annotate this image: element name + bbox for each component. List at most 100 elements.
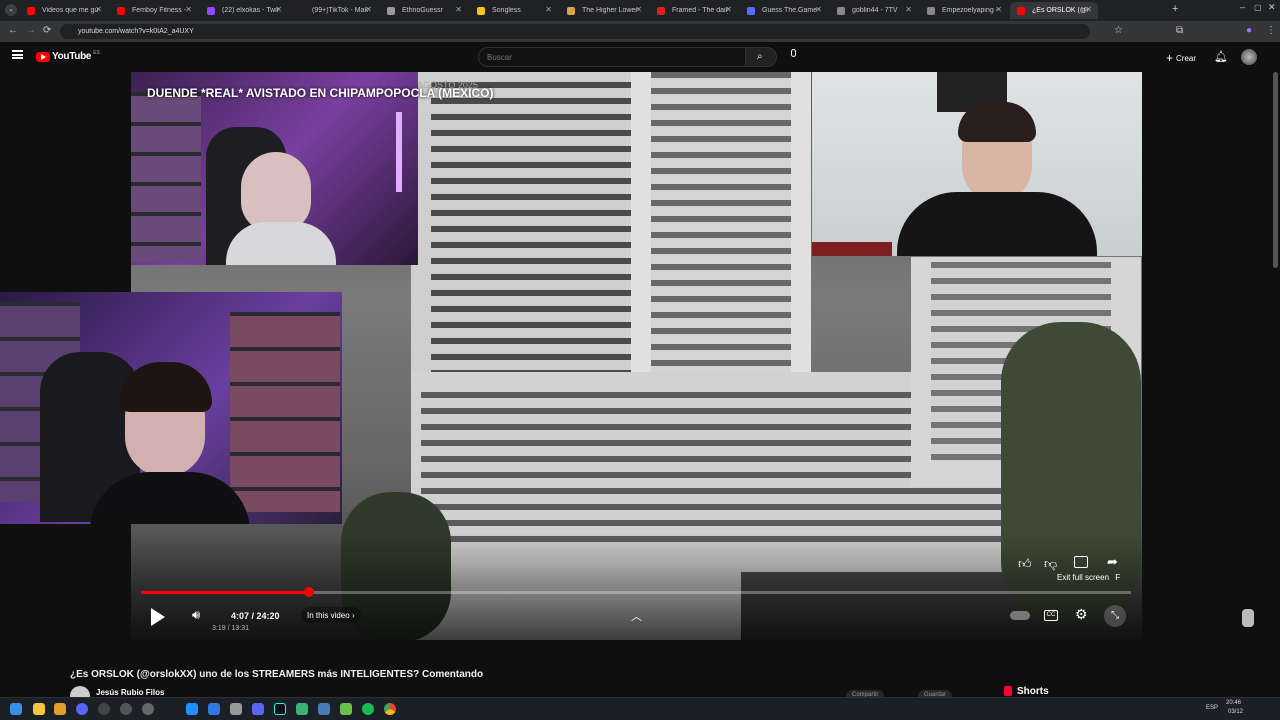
autoplay-toggle[interactable] bbox=[1010, 611, 1030, 620]
browser-tab[interactable]: Framed - The daily mo✕ bbox=[650, 2, 738, 19]
chevron-up-icon[interactable]: ︿ bbox=[631, 608, 642, 624]
new-tab-button[interactable]: + bbox=[1172, 3, 1178, 15]
url-field[interactable]: youtube.com/watch?v=k0IA2_a4UXY bbox=[60, 24, 1090, 39]
youtube-logo[interactable]: YouTube ES bbox=[36, 50, 100, 62]
inner-time-display: 3:19 / 13:31 bbox=[212, 625, 249, 632]
tab-close-icon[interactable]: ✕ bbox=[725, 5, 732, 14]
chrome-icon[interactable] bbox=[384, 703, 396, 715]
plus-icon: + bbox=[1166, 51, 1174, 65]
minimize-icon[interactable]: – bbox=[1240, 2, 1245, 12]
browser-tab[interactable]: Femboy Fitness - Build✕ bbox=[110, 2, 198, 19]
browser-tab[interactable]: Songless ✕ bbox=[470, 2, 558, 19]
bookmark-star-icon[interactable]: ☆ bbox=[1114, 25, 1123, 36]
shorts-label[interactable]: Shorts bbox=[1017, 686, 1049, 697]
file-explorer-icon[interactable] bbox=[33, 703, 45, 715]
like-icon[interactable]: 👍︎ bbox=[1018, 556, 1032, 572]
extensions-icon[interactable]: ⧉ bbox=[1176, 25, 1183, 36]
app-icon-3[interactable] bbox=[120, 703, 132, 715]
hamburger-menu-icon[interactable] bbox=[12, 50, 23, 59]
tab-label: Videos que me gustan bbox=[42, 7, 98, 14]
dislike-icon[interactable]: 👎︎ bbox=[1044, 556, 1057, 572]
play-button[interactable] bbox=[151, 608, 165, 626]
browser-tab[interactable]: Guess The.Game #129✕ bbox=[740, 2, 828, 19]
search-taskbar-icon[interactable] bbox=[54, 703, 66, 715]
browser-tab[interactable]: goblin44 - 7TV ✕ bbox=[830, 2, 918, 19]
tab-favicon-icon bbox=[207, 7, 215, 15]
menu-dots-icon[interactable]: ⋮ bbox=[1266, 25, 1276, 36]
tab-label: ¿Es ORSLOK (@orslok bbox=[1032, 7, 1088, 14]
back-icon[interactable]: ← bbox=[8, 25, 18, 36]
address-bar: ← → ⟳ youtube.com/watch?v=k0IA2_a4UXY ☆ … bbox=[0, 21, 1280, 42]
account-avatar[interactable] bbox=[1241, 49, 1257, 65]
volume-icon[interactable]: 🔊︎ bbox=[192, 607, 200, 623]
tab-close-icon[interactable]: ✕ bbox=[275, 5, 282, 14]
exit-fullscreen-key: F bbox=[1115, 573, 1121, 582]
tab-label: The Higher Lower Gam bbox=[582, 7, 638, 14]
tab-close-icon[interactable]: ✕ bbox=[365, 5, 372, 14]
clock-date[interactable]: 03/12 bbox=[1228, 709, 1243, 715]
webcam-top-left bbox=[131, 72, 418, 265]
create-button[interactable]: + Crear bbox=[1166, 51, 1196, 65]
app-icon-8[interactable] bbox=[296, 703, 308, 715]
browser-tab-bar: ⌄ Videos que me gustan✕Femboy Fitness - … bbox=[0, 0, 1280, 21]
mic-button[interactable] bbox=[789, 49, 799, 63]
browser-tab[interactable]: ¿Es ORSLOK (@orslok✕ bbox=[1010, 2, 1098, 19]
settings-gear-icon[interactable]: ⚙ bbox=[1075, 606, 1088, 623]
keyboard-language[interactable]: ESP bbox=[1206, 705, 1218, 711]
browser-tab[interactable]: Videos que me gustan✕ bbox=[20, 2, 108, 19]
tab-close-icon[interactable]: ✕ bbox=[545, 5, 552, 14]
notifications-bell-icon[interactable]: 🔔︎ bbox=[1214, 50, 1228, 63]
tab-close-icon[interactable]: ✕ bbox=[635, 5, 642, 14]
tab-close-icon[interactable]: ✕ bbox=[455, 5, 462, 14]
tab-close-icon[interactable]: ✕ bbox=[995, 5, 1002, 14]
in-this-video-chip[interactable]: In this video › bbox=[301, 607, 361, 623]
app-icon-2[interactable] bbox=[98, 703, 110, 715]
reload-icon[interactable]: ⟳ bbox=[43, 25, 51, 36]
app-icon-10[interactable] bbox=[340, 703, 352, 715]
maximize-icon[interactable]: ▢ bbox=[1254, 3, 1262, 12]
close-window-icon[interactable]: ✕ bbox=[1268, 2, 1276, 13]
video-title: ¿Es ORSLOK (@orslokXX) uno de los STREAM… bbox=[70, 669, 484, 680]
tab-favicon-icon bbox=[477, 7, 485, 15]
spotify-icon[interactable] bbox=[362, 703, 374, 715]
tab-favicon-icon bbox=[297, 7, 305, 15]
browser-tab[interactable]: (22) elxokas - Twitch✕ bbox=[200, 2, 288, 19]
app-icon-7[interactable] bbox=[230, 703, 242, 715]
tab-close-icon[interactable]: ✕ bbox=[815, 5, 822, 14]
tab-close-icon[interactable]: ✕ bbox=[185, 5, 192, 14]
app-icon-9[interactable] bbox=[318, 703, 330, 715]
in-this-video-label: In this video bbox=[307, 611, 350, 620]
share-icon[interactable]: ➦ bbox=[1107, 554, 1118, 570]
browser-tab[interactable]: EthnoGuessr ✕ bbox=[380, 2, 468, 19]
profile-icon[interactable]: ● bbox=[1246, 25, 1252, 36]
discord-icon[interactable] bbox=[252, 703, 264, 715]
channel-name[interactable]: Jesús Rubio Filos bbox=[96, 688, 164, 697]
time-display: 4:07 / 24:20 bbox=[231, 611, 280, 621]
app-icon-4[interactable] bbox=[142, 703, 154, 715]
forward-icon[interactable]: → bbox=[26, 25, 36, 36]
tab-close-icon[interactable]: ✕ bbox=[1085, 5, 1092, 14]
app-icon-1[interactable] bbox=[76, 703, 88, 715]
tab-menu-icon[interactable]: ⌄ bbox=[5, 4, 17, 16]
search-button[interactable]: ⌕ bbox=[745, 47, 777, 67]
comments-icon[interactable] bbox=[1074, 556, 1088, 568]
clock-time[interactable]: 20:46 bbox=[1226, 700, 1241, 706]
exit-fullscreen-icon[interactable]: ⤡ bbox=[1104, 605, 1126, 627]
windows-start-icon[interactable] bbox=[10, 703, 22, 715]
tab-close-icon[interactable]: ✕ bbox=[905, 5, 912, 14]
captions-icon[interactable]: CC bbox=[1044, 610, 1058, 621]
app-icon-6[interactable] bbox=[208, 703, 220, 715]
browser-tab[interactable]: The Higher Lower Gam✕ bbox=[560, 2, 648, 19]
tab-favicon-icon bbox=[27, 7, 35, 15]
browser-tab[interactable]: Empezoelyaping - 7TV✕ bbox=[920, 2, 1008, 19]
tab-favicon-icon bbox=[117, 7, 125, 15]
scrollbar-thumb[interactable] bbox=[1273, 72, 1278, 268]
tab-label: goblin44 - 7TV bbox=[852, 7, 898, 14]
app-icon-5[interactable] bbox=[186, 703, 198, 715]
tiktok-icon[interactable] bbox=[274, 703, 286, 715]
progress-bar-track[interactable] bbox=[141, 591, 1131, 594]
search-input[interactable]: Buscar bbox=[478, 47, 746, 67]
tab-close-icon[interactable]: ✕ bbox=[95, 5, 102, 14]
tab-favicon-icon bbox=[927, 7, 935, 15]
browser-tab[interactable]: (99+)TikTok - Make Yo✕ bbox=[290, 2, 378, 19]
